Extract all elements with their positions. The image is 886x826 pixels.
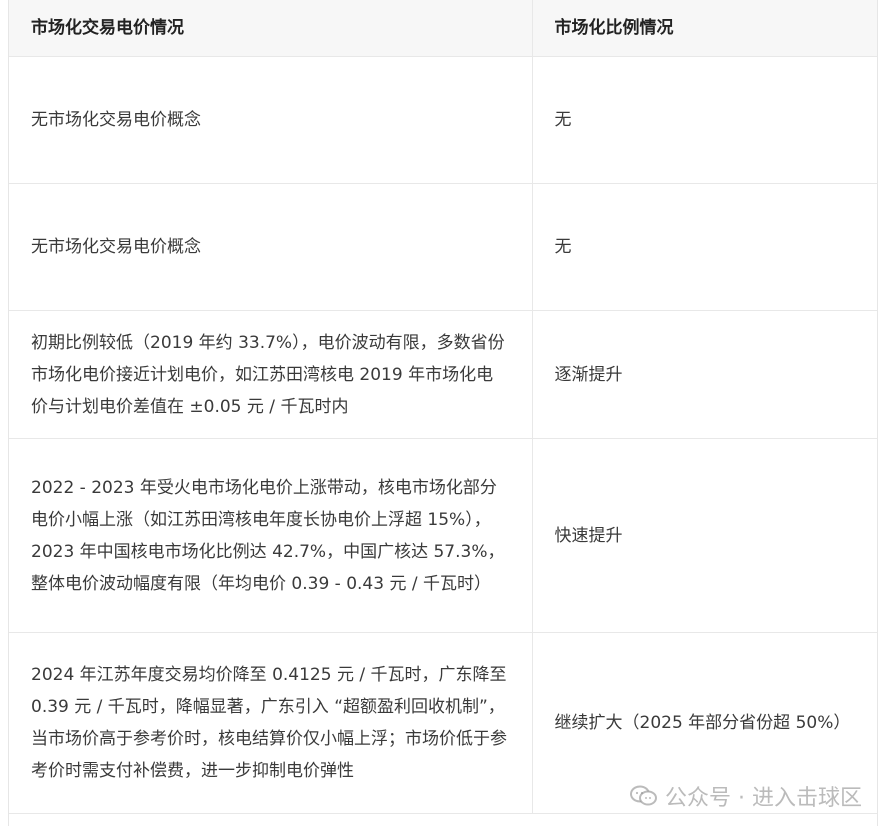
table-row: 初期比例较低（2019 年约 33.7%），电价波动有限，多数省份市场化电价接近… [9,310,877,439]
cell-market-ratio: 快速提升 [532,438,877,633]
table-row: 2022 - 2023 年受火电市场化电价上涨带动，核电市场化部分电价小幅上涨（… [9,438,877,633]
table-header-row: 市场化交易电价情况 市场化比例情况 [9,0,877,57]
cell-market-price: 无市场化交易电价概念 [9,183,533,311]
right-border [877,0,878,826]
table-row: 无市场化交易电价概念 无 [9,183,877,311]
header-market-price: 市场化交易电价情况 [9,0,533,57]
table-row: 2024 年江苏年度交易均价降至 0.4125 元 / 千瓦时，广东降至 0.3… [9,632,877,814]
header-market-ratio: 市场化比例情况 [532,0,877,57]
page-frame: 市场化交易电价情况 市场化比例情况 无市场化交易电价概念 无 无市场化交易电价概… [0,0,886,826]
cell-market-price: 无市场化交易电价概念 [9,56,533,184]
cell-market-price: 初期比例较低（2019 年约 33.7%），电价波动有限，多数省份市场化电价接近… [9,310,533,439]
nuclear-market-price-table: 市场化交易电价情况 市场化比例情况 无市场化交易电价概念 无 无市场化交易电价概… [9,0,877,814]
table-row: 无市场化交易电价概念 无 [9,56,877,184]
cell-market-ratio: 无 [532,56,877,184]
cell-market-price: 2022 - 2023 年受火电市场化电价上涨带动，核电市场化部分电价小幅上涨（… [9,438,533,633]
cell-market-ratio: 继续扩大（2025 年部分省份超 50%） [532,632,877,814]
cell-market-ratio: 无 [532,183,877,311]
cell-market-price: 2024 年江苏年度交易均价降至 0.4125 元 / 千瓦时，广东降至 0.3… [9,632,533,814]
cell-market-ratio: 逐渐提升 [532,310,877,439]
